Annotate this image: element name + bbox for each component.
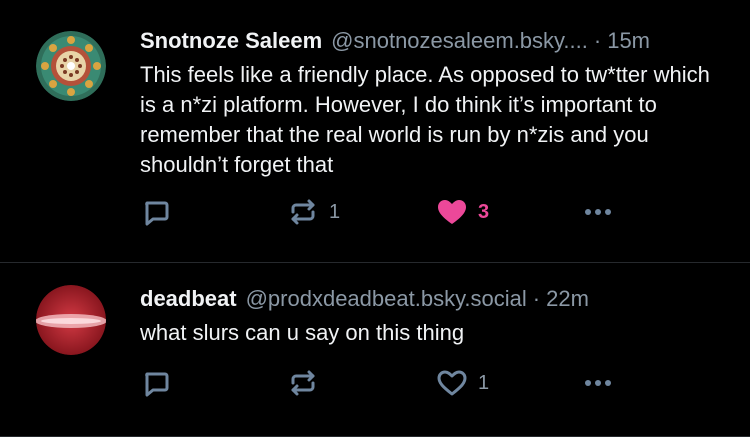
speech-bubble-icon bbox=[138, 365, 174, 401]
feed-post[interactable]: deadbeat @prodxdeadbeat.bsky.social · 22… bbox=[0, 263, 750, 437]
repost-arrows-icon bbox=[285, 194, 321, 230]
display-name[interactable]: deadbeat bbox=[140, 286, 237, 312]
display-name[interactable]: Snotnoze Saleem bbox=[140, 28, 322, 54]
like-button[interactable]: 3 bbox=[434, 194, 489, 230]
reply-button[interactable] bbox=[138, 194, 182, 230]
heart-icon bbox=[434, 365, 470, 401]
reply-button[interactable] bbox=[138, 365, 182, 401]
ellipsis-icon bbox=[580, 365, 616, 401]
post-text: what slurs can u say on this thing bbox=[140, 320, 465, 345]
post-text: This feels like a friendly place. As opp… bbox=[140, 62, 710, 177]
post-actions: 1 bbox=[0, 365, 750, 401]
repost-button[interactable] bbox=[285, 365, 329, 401]
ellipsis-icon bbox=[580, 194, 616, 230]
post-header: Snotnoze Saleem @snotnozesaleem.bsky....… bbox=[140, 28, 720, 58]
heart-icon bbox=[434, 194, 470, 230]
separator: · bbox=[532, 286, 541, 311]
post-header: deadbeat @prodxdeadbeat.bsky.social · 22… bbox=[140, 286, 720, 316]
separator: · bbox=[593, 28, 602, 53]
avatar[interactable] bbox=[36, 285, 106, 355]
like-button[interactable]: 1 bbox=[434, 365, 489, 401]
speech-bubble-icon bbox=[138, 194, 174, 230]
more-options-button[interactable] bbox=[580, 365, 616, 401]
user-handle[interactable]: @snotnozesaleem.bsky.... bbox=[331, 28, 588, 54]
post-time[interactable]: 22m bbox=[546, 286, 589, 312]
post-time[interactable]: 15m bbox=[607, 28, 650, 54]
feed-post[interactable]: Snotnoze Saleem @snotnozesaleem.bsky....… bbox=[0, 0, 750, 263]
repost-button[interactable]: 1 bbox=[285, 194, 340, 230]
like-count: 3 bbox=[478, 200, 490, 223]
user-handle[interactable]: @prodxdeadbeat.bsky.social bbox=[246, 286, 527, 312]
like-count: 1 bbox=[478, 371, 490, 394]
post-actions: 1 3 bbox=[0, 194, 750, 230]
avatar[interactable] bbox=[36, 31, 106, 101]
more-options-button[interactable] bbox=[580, 194, 616, 230]
repost-arrows-icon bbox=[285, 365, 321, 401]
repost-count: 1 bbox=[329, 200, 341, 223]
